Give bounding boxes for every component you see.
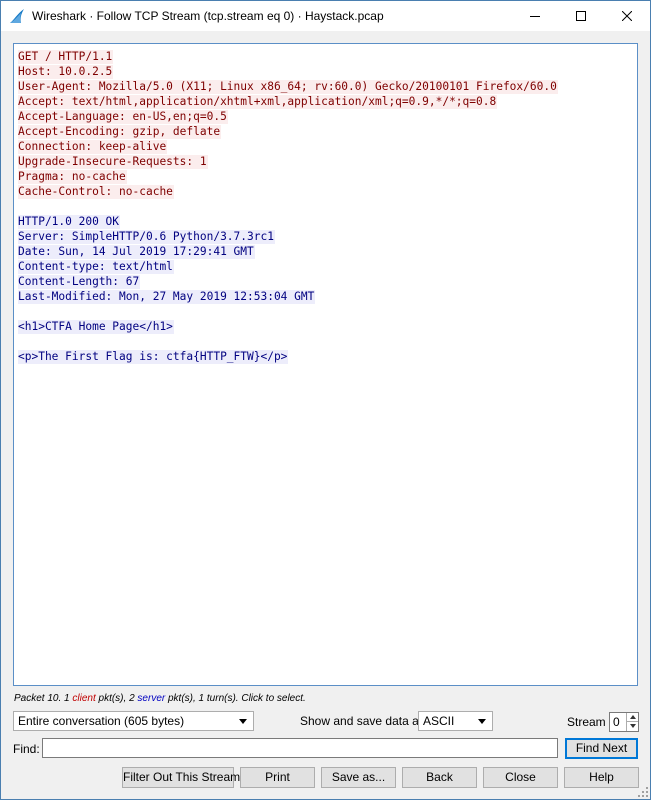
client-stream-line: Accept: text/html,application/xhtml+xml,… (18, 94, 558, 109)
help-button[interactable]: Help (564, 767, 639, 788)
format-select-value: ASCII (423, 714, 455, 728)
status-suffix: pkt(s), 1 turn(s). Click to select. (165, 693, 306, 704)
client-stream-text: Pragma: no-cache (18, 170, 127, 184)
server-stream-line: Last-Modified: Mon, 27 May 2019 12:53:04… (18, 289, 558, 304)
client-stream-text: Accept-Language: en-US,en;q=0.5 (18, 110, 228, 124)
close-window-button[interactable] (604, 1, 650, 31)
server-stream-line: Server: SimpleHTTP/0.6 Python/3.7.3rc1 (18, 229, 558, 244)
client-stream-text: User-Agent: Mozilla/5.0 (X11; Linux x86_… (18, 80, 558, 94)
server-stream-line: HTTP/1.0 200 OK (18, 214, 558, 229)
server-stream-text: HTTP/1.0 200 OK (18, 215, 121, 229)
find-label: Find: (13, 742, 40, 756)
find-next-button[interactable]: Find Next (565, 738, 638, 759)
client-stream-text: Accept-Encoding: gzip, deflate (18, 125, 222, 139)
client-stream-text: Cache-Control: no-cache (18, 185, 174, 199)
status-mid: pkt(s), 2 (95, 693, 138, 704)
follow-tcp-stream-window: Wireshark · Follow TCP Stream (tcp.strea… (0, 0, 651, 800)
window-title: Wireshark · Follow TCP Stream (tcp.strea… (32, 9, 384, 23)
show-save-label: Show and save data as (300, 714, 425, 728)
print-button[interactable]: Print (240, 767, 315, 788)
server-stream-line: <h1>CTFA Home Page</h1> (18, 319, 558, 334)
stream-text: GET / HTTP/1.1 Host: 10.0.2.5 User-Agent: … (18, 49, 558, 364)
status-client-word: client (72, 693, 96, 704)
stream-content-view[interactable]: GET / HTTP/1.1 Host: 10.0.2.5 User-Agent: … (13, 43, 638, 686)
find-input[interactable] (42, 738, 558, 758)
save-as-button[interactable]: Save as... (321, 767, 396, 788)
server-stream-text: <p>The First Flag is: ctfa{HTTP_FTW}</p> (18, 350, 289, 364)
server-stream-line: Content-type: text/html (18, 259, 558, 274)
status-server-word: server (137, 693, 166, 704)
minimize-icon (530, 16, 540, 17)
server-stream-text: Last-Modified: Mon, 27 May 2019 12:53:04… (18, 290, 316, 304)
client-stream-line: Accept-Encoding: gzip, deflate (18, 124, 558, 139)
status-prefix: Packet 10. 1 (14, 693, 73, 704)
client-stream-text: Upgrade-Insecure-Requests: 1 (18, 155, 208, 169)
stream-label: Stream (567, 715, 606, 729)
client-stream-line: Accept-Language: en-US,en;q=0.5 (18, 109, 558, 124)
chevron-down-icon (239, 719, 247, 724)
server-stream-line: Date: Sun, 14 Jul 2019 17:29:41 GMT (18, 244, 558, 259)
server-stream-text: Content-type: text/html (18, 260, 174, 274)
maximize-button[interactable] (558, 1, 604, 31)
client-stream-line: GET / HTTP/1.1 (18, 49, 558, 64)
format-select[interactable]: ASCII (418, 711, 493, 731)
conversation-select-value: Entire conversation (605 bytes) (18, 714, 185, 728)
client-stream-text: Host: 10.0.2.5 (18, 65, 114, 79)
status-line: Packet 10. 1 client pkt(s), 2 server pkt… (14, 693, 306, 704)
chevron-down-icon (478, 719, 486, 724)
filter-out-stream-button[interactable]: Filter Out This Stream (122, 767, 240, 788)
minimize-button[interactable] (512, 1, 558, 31)
stream-number-spinbox[interactable]: 0 (609, 712, 639, 732)
server-stream-text: <h1>CTFA Home Page</h1> (18, 320, 174, 334)
server-stream-text: Date: Sun, 14 Jul 2019 17:29:41 GMT (18, 245, 255, 259)
spin-up-icon[interactable] (626, 713, 638, 722)
client-stream-line: Host: 10.0.2.5 (18, 64, 558, 79)
server-stream-line: <p>The First Flag is: ctfa{HTTP_FTW}</p> (18, 349, 558, 364)
client-stream-line: Pragma: no-cache (18, 169, 558, 184)
client-stream-line: Upgrade-Insecure-Requests: 1 (18, 154, 558, 169)
wireshark-fin-icon (8, 8, 26, 24)
server-stream-text: Content-Length: 67 (18, 275, 141, 289)
back-button[interactable]: Back (402, 767, 477, 788)
client-stream-text: Accept: text/html,application/xhtml+xml,… (18, 95, 498, 109)
client-stream-text: GET / HTTP/1.1 (18, 50, 114, 64)
server-stream-line: Content-Length: 67 (18, 274, 558, 289)
close-icon (622, 11, 632, 21)
client-stream-line: Cache-Control: no-cache (18, 184, 558, 199)
stream-number-value: 0 (613, 715, 620, 729)
client-stream-text: Connection: keep-alive (18, 140, 168, 154)
close-button[interactable]: Close (483, 767, 558, 788)
client-stream-line: Connection: keep-alive (18, 139, 558, 154)
spin-down-icon[interactable] (626, 722, 638, 731)
server-stream-text: Server: SimpleHTTP/0.6 Python/3.7.3rc1 (18, 230, 275, 244)
resize-grip-icon[interactable] (638, 787, 648, 797)
title-bar[interactable]: Wireshark · Follow TCP Stream (tcp.strea… (1, 1, 650, 31)
maximize-icon (576, 11, 586, 21)
conversation-select[interactable]: Entire conversation (605 bytes) (13, 711, 254, 731)
client-stream-line: User-Agent: Mozilla/5.0 (X11; Linux x86_… (18, 79, 558, 94)
